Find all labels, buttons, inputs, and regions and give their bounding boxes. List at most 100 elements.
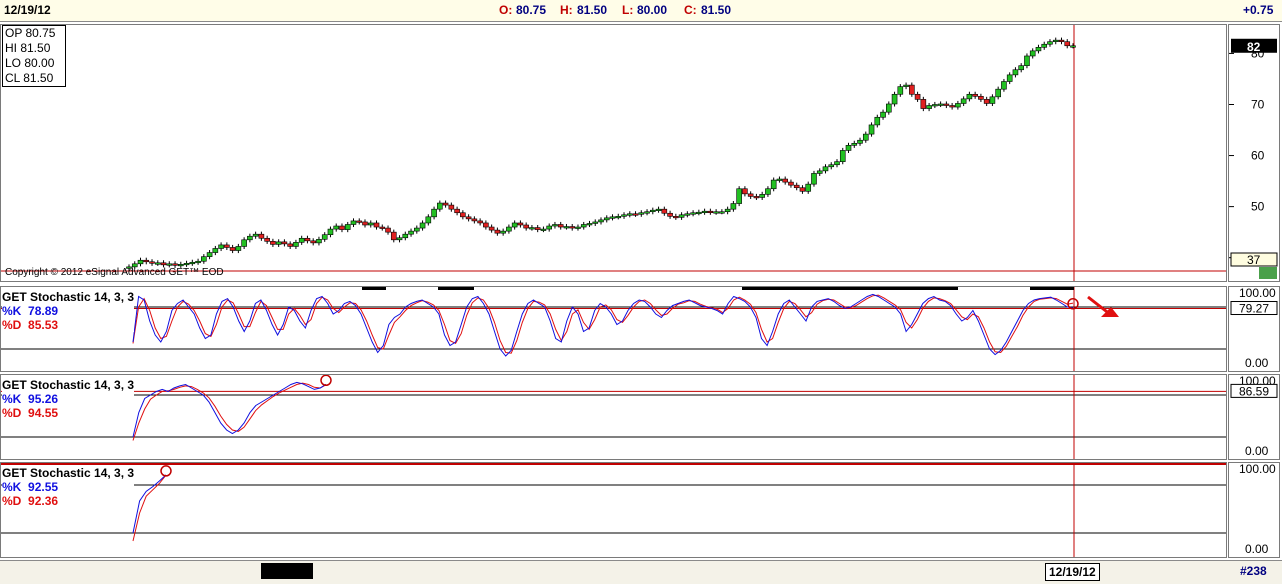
up-candle: [437, 202, 443, 210]
k-legend-3: %K 92.55: [2, 480, 134, 494]
stochastic-chart-1[interactable]: [1, 287, 1226, 371]
down-candle: [632, 213, 639, 216]
up-candle: [862, 133, 869, 141]
up-candle: [500, 230, 506, 234]
up-candle: [546, 225, 552, 230]
up-candle: [995, 88, 1001, 98]
up-candle: [195, 260, 201, 264]
up-candle: [137, 259, 144, 265]
up-candle: [218, 244, 224, 249]
down-candle: [978, 96, 984, 100]
down-candle: [747, 193, 754, 197]
axis-current-label: 79.27: [1239, 302, 1269, 316]
time-scrollbar[interactable]: 12/19/12 #238: [0, 560, 1282, 584]
down-candle: [465, 216, 472, 220]
up-candle: [960, 98, 967, 104]
up-candle: [201, 256, 207, 262]
down-candle: [373, 222, 380, 228]
down-candle: [914, 93, 921, 100]
d-legend-3: %D 92.36: [2, 494, 134, 508]
k-line: [132, 381, 327, 438]
up-candle: [845, 145, 852, 151]
stochastic-chart-2[interactable]: [1, 375, 1226, 459]
down-candle: [534, 227, 541, 230]
up-candle: [621, 214, 627, 217]
down-candle: [143, 259, 150, 263]
up-candle: [730, 203, 737, 210]
stochastic-pane-2[interactable]: [0, 374, 1227, 460]
low-value: 80.00: [637, 3, 668, 17]
up-candle: [506, 226, 512, 232]
up-candle: [886, 103, 892, 113]
d-value-1: 85.53: [28, 318, 59, 332]
d-legend-2: %D 94.55: [2, 406, 134, 420]
up-candle: [932, 104, 938, 107]
down-candle: [983, 99, 990, 104]
axis-current-label: 86.59: [1239, 384, 1269, 398]
scrollbar-thumb[interactable]: [261, 563, 313, 579]
info-low: LO 80.00: [5, 56, 55, 70]
up-candle: [770, 179, 777, 190]
up-candle: [183, 262, 190, 266]
stochastic-pane-3[interactable]: [0, 462, 1227, 558]
k-label-3: %K: [2, 480, 22, 494]
stochastic-axis-2[interactable]: 100.00 0.00 86.59: [1228, 374, 1280, 460]
high-value: 81.50: [577, 3, 608, 17]
down-candle: [281, 241, 288, 245]
ohlc-info-box: OP 80.75 HI 81.50 LO 80.00 CL 81.50: [2, 25, 66, 87]
price-tick-label: 70: [1251, 97, 1265, 111]
low-label: L:: [622, 3, 634, 17]
up-candle: [966, 93, 973, 100]
d-line: [132, 294, 1074, 354]
price-axis[interactable]: 40506070808237: [1228, 24, 1280, 282]
down-candle: [264, 237, 270, 242]
up-candle: [333, 225, 340, 230]
up-candle: [839, 150, 846, 162]
low-marker-label: 37: [1247, 253, 1261, 267]
signal-circle: [320, 375, 332, 387]
axis-bottom-label: 0.00: [1245, 542, 1269, 556]
d-label-2: %D: [2, 406, 22, 420]
down-candle: [356, 220, 363, 223]
signal-circle: [160, 465, 172, 477]
up-candle: [638, 212, 645, 215]
down-candle: [557, 224, 564, 228]
stochastic-chart-3[interactable]: [1, 463, 1226, 557]
k-legend-2: %K 95.26: [2, 392, 134, 406]
stochastic-pane-1[interactable]: [0, 286, 1227, 372]
up-candle: [655, 208, 662, 211]
price-tick-label: 50: [1251, 200, 1265, 214]
price-pane[interactable]: Copyright © 2012 eSignal Advanced GET™ E…: [0, 24, 1227, 282]
stochastic-legend-2: GET Stochastic 14, 3, 3 %K 95.26 %D 94.5…: [2, 378, 135, 420]
down-candle: [569, 226, 576, 229]
stochastic-axis-3[interactable]: 100.00 0.00: [1228, 462, 1280, 558]
up-candle: [178, 264, 184, 267]
up-candle: [880, 111, 886, 118]
up-candle: [857, 139, 863, 144]
up-candle: [431, 208, 437, 218]
up-candle: [529, 227, 535, 230]
up-candle: [1018, 65, 1024, 71]
down-candle: [782, 178, 788, 183]
d-value-2: 94.55: [28, 406, 59, 420]
up-candle: [805, 183, 812, 192]
price-chart[interactable]: [1, 25, 1226, 281]
d-label-3: %D: [2, 494, 22, 508]
up-candle: [563, 226, 570, 229]
down-candle: [442, 202, 449, 206]
up-candle: [811, 173, 817, 185]
up-candle: [603, 217, 610, 221]
up-candle: [1006, 74, 1013, 82]
stochastic-axis-1[interactable]: 100.00 0.00 79.27: [1228, 286, 1280, 372]
up-candle: [586, 223, 593, 226]
overbought-zone-bar: [1030, 287, 1074, 290]
open-value: 80.75: [516, 3, 547, 17]
up-candle: [713, 211, 719, 214]
down-candle: [920, 99, 927, 109]
up-candle: [903, 84, 909, 87]
d-label-1: %D: [2, 318, 22, 332]
up-candle: [874, 116, 881, 126]
up-candle: [327, 228, 334, 236]
price-axis-svg: 40506070808237: [1229, 38, 1278, 279]
up-candle: [1012, 69, 1019, 76]
